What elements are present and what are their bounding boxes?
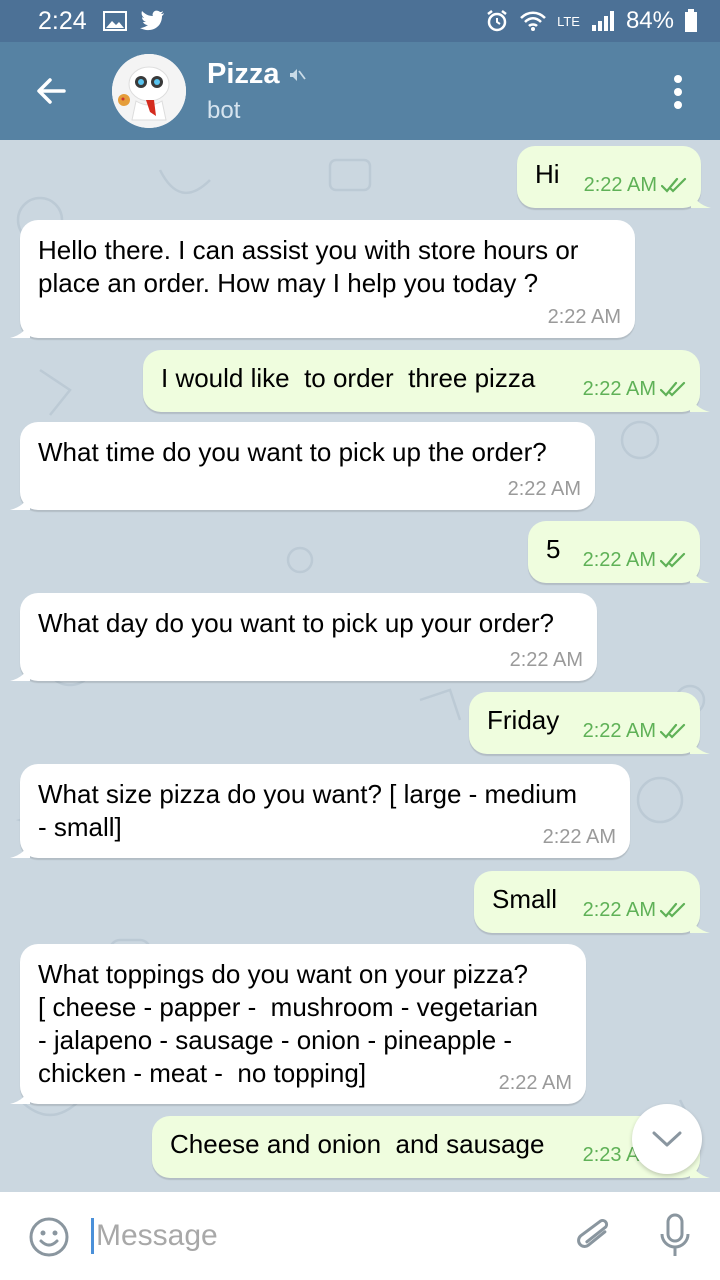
message-meta: 2:22 AM (510, 649, 583, 671)
bubble-tail (10, 840, 30, 858)
message-text: What time do you want to pick up the ord… (38, 437, 547, 467)
gallery-icon (102, 11, 127, 31)
message-meta: 2:22 AM (583, 720, 688, 742)
double-check-icon (660, 552, 686, 568)
chat-area[interactable]: Hi 2:22 AM Hello there. I can assist you w… (0, 140, 720, 1192)
message-text: Hello there. I can assist you with store… (38, 235, 579, 298)
paperclip-icon[interactable] (574, 1214, 614, 1258)
chat-header: Pizza bot (0, 42, 720, 140)
message-time: 2:22 AM (547, 306, 621, 328)
outgoing-message[interactable]: Cheese and onion and sausage 2:23 AM (152, 1116, 710, 1178)
message-time: 2:22 AM (582, 378, 656, 400)
bot-avatar-icon (112, 54, 186, 128)
message-meta: 2:22 AM (583, 899, 688, 921)
outgoing-message[interactable]: Hi 2:22 AM (517, 146, 711, 208)
outgoing-message[interactable]: I would like to order three pizza 2:22 AM (143, 350, 710, 412)
chat-subtitle: bot (207, 97, 241, 124)
message-meta: 2:22 AM (499, 1072, 572, 1094)
message-meta: 2:22 AM (543, 826, 616, 848)
bubble-tail (691, 190, 711, 208)
bubble-tail (690, 915, 710, 933)
bubble-tail (690, 1160, 710, 1178)
bubble-tail (10, 320, 30, 338)
outgoing-message[interactable]: Friday 2:22 AM (469, 692, 710, 754)
twitter-icon (139, 10, 164, 31)
message-time: 2:22 AM (542, 826, 616, 848)
message-meta: 2:22 AM (583, 549, 688, 571)
chat-title-text: Pizza (207, 58, 280, 90)
emoji-icon[interactable] (28, 1216, 70, 1258)
message-time: 2:22 AM (582, 899, 656, 921)
battery-icon (685, 9, 697, 32)
incoming-message[interactable]: What toppings do you want on your pizza?… (10, 944, 586, 1104)
scroll-down-button[interactable] (632, 1104, 702, 1174)
message-time: 2:22 AM (509, 649, 583, 671)
alarm-icon (487, 10, 507, 32)
message-meta: 2:22 AM (508, 478, 581, 500)
chat-title[interactable]: Pizza (207, 58, 306, 91)
signal-icon (591, 11, 614, 31)
more-options-icon[interactable] (660, 70, 696, 114)
muted-icon (289, 68, 306, 81)
wifi-icon (520, 11, 546, 31)
double-check-icon (660, 902, 686, 918)
outgoing-message[interactable]: 5 2:22 AM (528, 521, 710, 583)
status-bar: 2:24 LTE 84% (0, 0, 720, 42)
incoming-message[interactable]: Hello there. I can assist you with store… (10, 220, 635, 338)
message-time: 2:22 AM (582, 549, 656, 571)
message-meta: 2:22 AM (548, 306, 621, 328)
double-check-icon (660, 723, 686, 739)
double-check-icon (660, 381, 686, 397)
outgoing-message[interactable]: Small 2:22 AM (474, 871, 710, 933)
composer-bar (0, 1192, 720, 1280)
microphone-icon[interactable] (656, 1212, 694, 1260)
chevron-down-icon (652, 1131, 682, 1147)
bubble-tail (10, 492, 30, 510)
double-check-icon (661, 177, 687, 193)
message-time: 2:22 AM (582, 720, 656, 742)
incoming-message[interactable]: What size pizza do you want? [ large - m… (10, 764, 630, 858)
status-time: 2:24 (38, 6, 87, 35)
message-text: What day do you want to pick up your ord… (38, 608, 554, 638)
bubble-tail (690, 394, 710, 412)
bubble-tail (690, 565, 710, 583)
text-cursor (91, 1218, 94, 1254)
bubble-tail (690, 736, 710, 754)
message-text: What size pizza do you want? [ large - m… (38, 779, 578, 842)
message-time: 2:22 AM (583, 174, 657, 196)
bubble-tail (10, 663, 30, 681)
message-meta: 2:22 AM (583, 378, 688, 400)
message-time: 2:22 AM (498, 1072, 572, 1094)
network-label: LTE (557, 13, 580, 29)
message-input[interactable] (96, 1214, 556, 1258)
battery-percent: 84% (625, 7, 674, 34)
message-text: What toppings do you want on your pizza?… (38, 959, 539, 1088)
bubble-tail (10, 1086, 30, 1104)
message-meta: 2:22 AM (584, 174, 689, 196)
message-time: 2:22 AM (507, 478, 581, 500)
incoming-message[interactable]: What day do you want to pick up your ord… (10, 593, 597, 681)
back-arrow-icon[interactable] (28, 68, 74, 114)
incoming-message[interactable]: What time do you want to pick up the ord… (10, 422, 595, 510)
avatar[interactable] (112, 54, 186, 128)
